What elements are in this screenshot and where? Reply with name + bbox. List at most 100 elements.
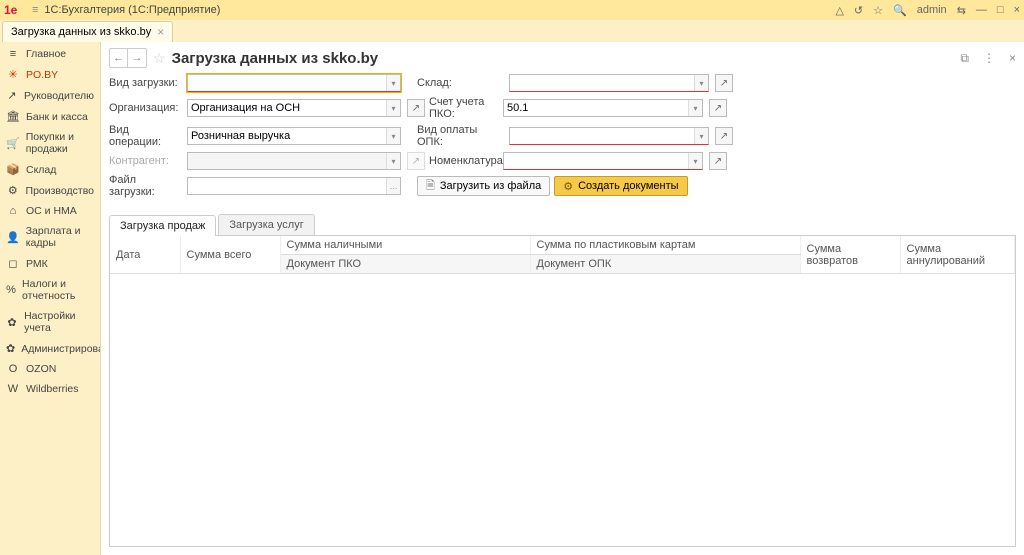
sidebar-icon: 👤 <box>6 231 20 244</box>
options-icon[interactable]: ⇆ <box>957 4 966 17</box>
open-ref-button[interactable]: ↗ <box>715 74 733 92</box>
organization-input[interactable] <box>187 99 401 117</box>
sidebar-icon: 📦 <box>6 163 20 176</box>
close-page-icon[interactable]: × <box>1009 51 1016 65</box>
dropdown-icon[interactable]: ▾ <box>386 75 400 91</box>
sidebar-item-8[interactable]: 👤Зарплата и кадры <box>0 221 100 253</box>
sidebar-label: Руководителю <box>24 90 94 102</box>
label-pko-account: Счет учета ПКО: <box>429 96 499 120</box>
dropdown-icon[interactable]: ▾ <box>688 100 702 116</box>
nav-forward-button[interactable]: → <box>128 49 146 67</box>
open-ref-button: ↗ <box>407 152 425 170</box>
page-title: Загрузка данных из skko.by <box>172 50 379 67</box>
more-icon[interactable]: ⋮ <box>983 51 995 65</box>
label-counterparty: Контрагент: <box>109 155 183 167</box>
open-ref-button[interactable]: ↗ <box>407 99 425 117</box>
file-icon: 🗎 <box>426 177 435 196</box>
warehouse-input[interactable] <box>509 74 709 92</box>
label-load-type: Вид загрузки: <box>109 77 183 89</box>
open-ref-button[interactable]: ↗ <box>715 127 733 145</box>
sidebar-label: Производство <box>26 185 94 197</box>
open-ref-button[interactable]: ↗ <box>709 99 727 117</box>
col-cancel[interactable]: Сумма аннулирований <box>900 236 1015 274</box>
dropdown-icon[interactable]: ▾ <box>386 128 400 144</box>
label-organization: Организация: <box>109 102 183 114</box>
search-icon[interactable]: 🔍 <box>893 4 907 17</box>
opk-payment-input[interactable] <box>509 127 709 145</box>
pko-account-input[interactable] <box>503 99 703 117</box>
app-title: 1С:Бухгалтерия (1С:Предприятие) <box>44 4 220 16</box>
sidebar-label: Налоги и отчетность <box>22 278 94 302</box>
main-menu-icon[interactable]: ≡ <box>32 4 38 16</box>
close-app-icon[interactable]: × <box>1014 4 1020 16</box>
tab-sales-load[interactable]: Загрузка продаж <box>109 215 216 236</box>
col-date[interactable]: Дата <box>110 236 180 274</box>
browse-icon[interactable]: … <box>386 178 400 194</box>
sidebar-label: OZON <box>26 363 56 375</box>
nav-back-button[interactable]: ← <box>110 49 128 67</box>
user-label[interactable]: admin <box>917 4 947 16</box>
sidebar-item-7[interactable]: ⌂ОС и НМА <box>0 201 100 221</box>
sidebar-icon: 🛒 <box>6 137 20 150</box>
load-from-file-button[interactable]: 🗎 Загрузить из файла <box>417 176 550 196</box>
dropdown-icon[interactable]: ▾ <box>694 128 708 144</box>
col-cash[interactable]: Сумма наличными <box>280 236 530 255</box>
sidebar-icon: ◻ <box>6 257 20 270</box>
col-card[interactable]: Сумма по пластиковым картам <box>530 236 800 255</box>
bell-icon[interactable]: △ <box>835 4 843 17</box>
dropdown-icon[interactable]: ▾ <box>386 100 400 116</box>
sidebar-label: Настройки учета <box>24 310 94 334</box>
operation-type-input[interactable] <box>187 127 401 145</box>
sidebar-label: Склад <box>26 164 56 176</box>
dropdown-icon[interactable]: ▾ <box>694 75 708 91</box>
sidebar-item-11[interactable]: ✿ Настройки учета <box>0 306 100 338</box>
sidebar-item-6[interactable]: ⚙ Производство <box>0 180 100 201</box>
sidebar-item-2[interactable]: ↗Руководителю <box>0 85 100 106</box>
table-body-empty <box>110 274 1015 547</box>
col-returns[interactable]: Сумма возвратов <box>800 236 900 274</box>
btn-create-label: Создать документы <box>578 180 678 192</box>
close-tab-icon[interactable]: × <box>157 25 164 39</box>
sidebar-icon: ✿ <box>6 316 18 329</box>
label-nomenclature: Номенклатура: <box>429 155 499 167</box>
sidebar-icon: ⚙ <box>6 184 20 197</box>
load-type-input[interactable] <box>187 74 401 92</box>
sidebar-item-13[interactable]: OOZON <box>0 359 100 379</box>
minimize-icon[interactable]: — <box>976 4 987 16</box>
label-operation-type: Вид операции: <box>109 124 183 148</box>
label-opk-payment: Вид оплаты ОПК: <box>417 124 505 148</box>
sidebar-item-4[interactable]: 🛒Покупки и продажи <box>0 127 100 159</box>
sidebar-icon: ≡ <box>6 48 20 60</box>
sidebar-label: Банк и касса <box>26 111 88 123</box>
sidebar-item-1[interactable]: ✳PO.BY <box>0 64 100 85</box>
star-icon[interactable]: ☆ <box>873 4 883 17</box>
sidebar-item-0[interactable]: ≡ Главное <box>0 44 100 64</box>
file-input[interactable] <box>187 177 401 195</box>
sidebar-icon: ✳ <box>6 68 20 81</box>
sidebar-label: Главное <box>26 48 66 60</box>
col-pko-doc[interactable]: Документ ПКО <box>280 255 530 274</box>
nav-buttons: ← → <box>109 48 147 68</box>
sidebar-item-3[interactable]: 🏛 Банк и касса <box>0 106 100 127</box>
sidebar-item-12[interactable]: ✿Администрирование <box>0 338 100 359</box>
favorite-star-icon[interactable]: ☆ <box>153 50 166 67</box>
create-documents-button[interactable]: ⚙ Создать документы <box>554 176 687 196</box>
sidebar-item-5[interactable]: 📦 Склад <box>0 159 100 180</box>
col-opk-doc[interactable]: Документ ОПК <box>530 255 800 274</box>
sidebar-item-10[interactable]: % Налоги и отчетность <box>0 274 100 306</box>
nomenclature-input[interactable] <box>503 152 703 170</box>
sidebar-icon: W <box>6 383 20 395</box>
history-icon[interactable]: ↺ <box>854 4 863 17</box>
dropdown-icon[interactable]: ▾ <box>688 153 702 169</box>
tab-services-load[interactable]: Загрузка услуг <box>218 214 314 235</box>
sidebar-icon: % <box>6 284 16 296</box>
link-icon[interactable]: ⧉ <box>960 51 969 66</box>
document-tab[interactable]: Загрузка данных из skko.by × <box>2 21 173 42</box>
col-total[interactable]: Сумма всего <box>180 236 280 274</box>
sidebar-label: РМК <box>26 258 48 270</box>
sidebar-icon: 🏛 <box>6 110 20 123</box>
maximize-icon[interactable]: □ <box>997 4 1004 16</box>
open-ref-button[interactable]: ↗ <box>709 152 727 170</box>
sidebar-item-14[interactable]: WWildberries <box>0 379 100 399</box>
sidebar-item-9[interactable]: ◻ РМК <box>0 253 100 274</box>
